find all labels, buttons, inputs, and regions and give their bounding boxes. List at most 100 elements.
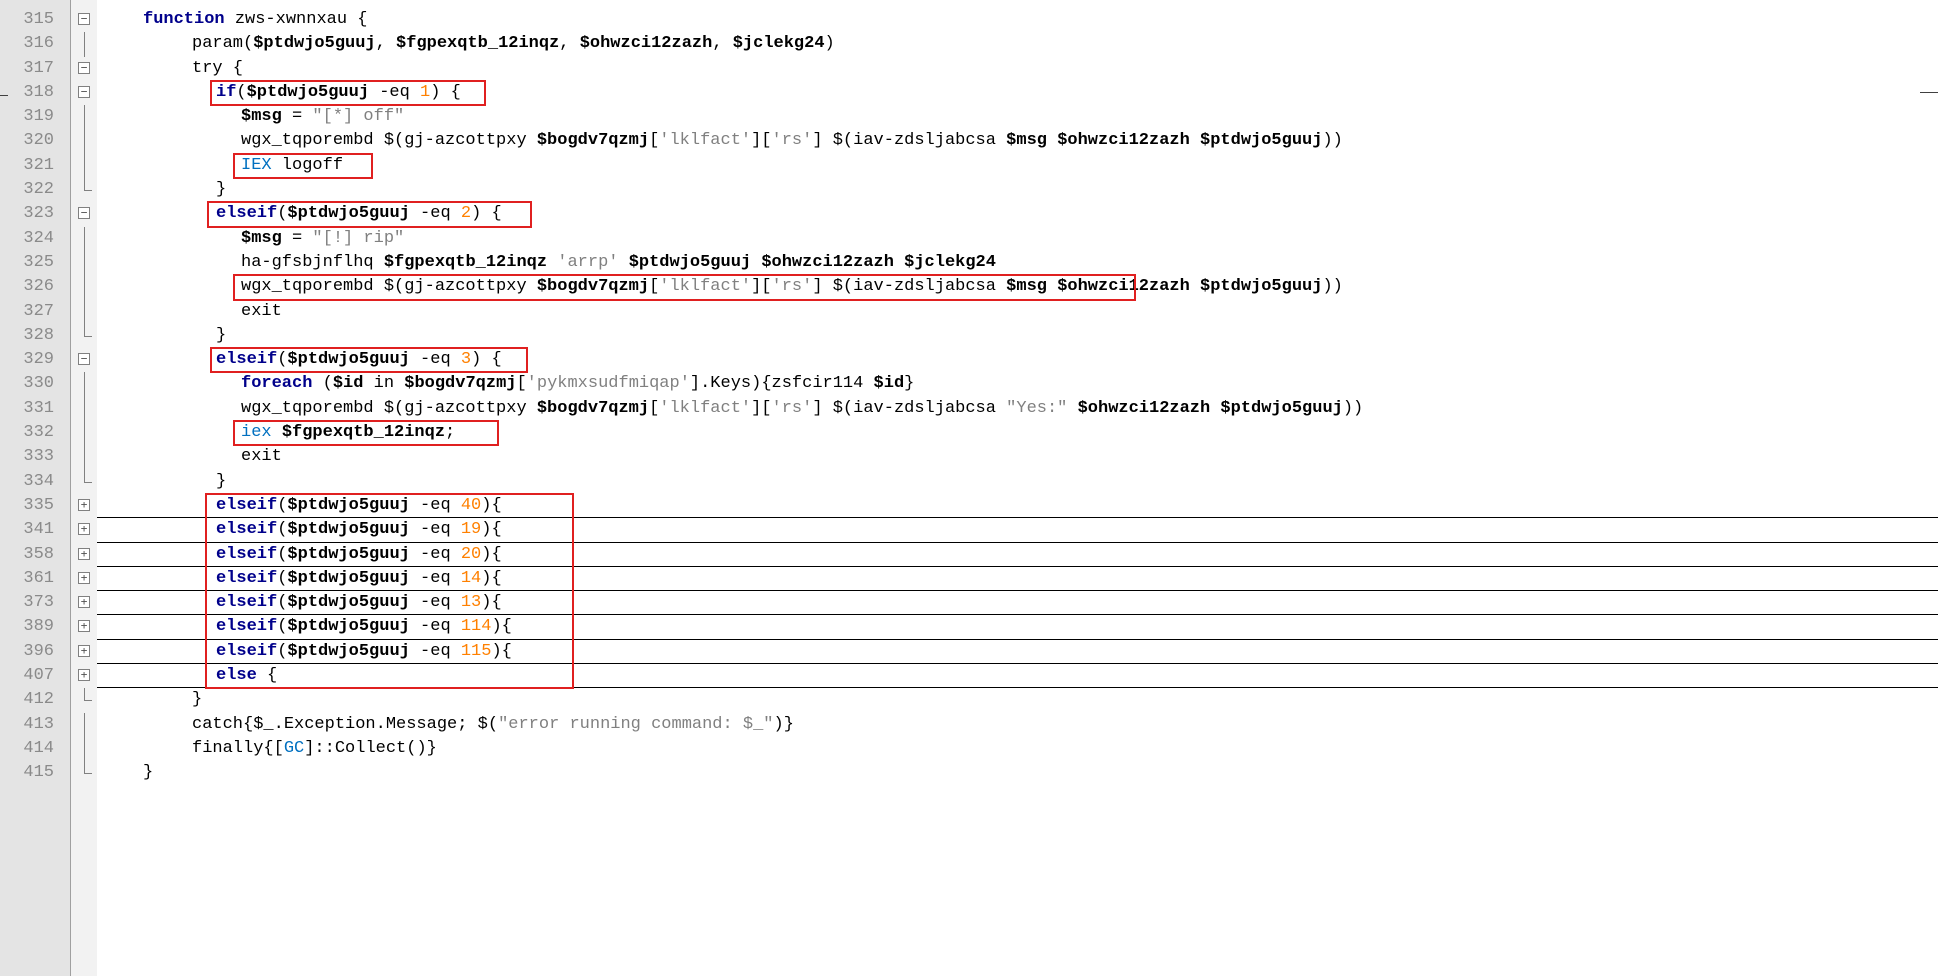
token-plain: ][ bbox=[751, 131, 772, 151]
line-number: 322 bbox=[23, 180, 54, 200]
line-number: 361 bbox=[23, 568, 54, 588]
token-var: $ptdwjo5guuj bbox=[253, 34, 376, 54]
token-plain: ].Keys){zsfcir114 bbox=[689, 374, 874, 394]
code-text: exit bbox=[241, 445, 282, 469]
fold-guide bbox=[84, 32, 85, 57]
token-plain: in bbox=[363, 374, 405, 394]
fold-end-marker bbox=[84, 688, 92, 702]
code-text: finally{[GC]::Collect()} bbox=[192, 737, 437, 761]
line-number: 315 bbox=[23, 10, 54, 29]
line-number: 335 bbox=[23, 495, 54, 515]
token-plain: [ bbox=[516, 374, 527, 394]
token-var: $fgpexqtb_12inqz bbox=[396, 34, 560, 54]
fold-guide bbox=[84, 275, 85, 300]
token-plain: ]::Collect()} bbox=[304, 738, 437, 758]
token-plain: } bbox=[216, 325, 227, 345]
line-number: 318 bbox=[23, 82, 54, 102]
code-line[interactable]: 327 exit bbox=[0, 299, 1938, 324]
token-var: $msg bbox=[1006, 131, 1047, 151]
code-text: } bbox=[216, 324, 226, 348]
code-line[interactable]: 320 wgx_tqporembd $(gj-azcottpxy $bogdv7q… bbox=[0, 129, 1938, 154]
token-plain: finally{[ bbox=[192, 738, 284, 758]
token-plain: exit bbox=[241, 447, 282, 467]
line-number: 341 bbox=[23, 520, 54, 540]
fold-expand-icon[interactable]: + bbox=[78, 644, 90, 657]
token-plain: )) bbox=[1322, 131, 1343, 151]
token-str: 'arrp' bbox=[557, 252, 619, 272]
code-line[interactable]: 316 param($ptdwjo5guuj, $fgpexqtb_12inqz,… bbox=[0, 32, 1938, 57]
code-line[interactable]: 331 wgx_tqporembd $(gj-azcottpxy $bogdv7q… bbox=[0, 396, 1938, 422]
fold-expand-icon[interactable]: + bbox=[78, 596, 90, 609]
fold-expand-icon[interactable]: + bbox=[78, 620, 90, 633]
code-line[interactable]: 328} bbox=[0, 323, 1938, 348]
token-plain: } bbox=[192, 690, 203, 710]
code-text: wgx_tqporembd $(gj-azcottpxy $bogdv7qzmj… bbox=[241, 397, 1363, 421]
token-plain: } bbox=[143, 763, 154, 783]
token-var: $ptdwjo5guuj bbox=[1200, 277, 1323, 297]
code-line[interactable]: 324 $msg = "[!] rip" bbox=[0, 226, 1938, 251]
code-line[interactable]: 413 catch{$_.Exception.Message; $("error … bbox=[0, 712, 1938, 737]
code-line[interactable]: 322} bbox=[0, 178, 1938, 202]
line-number: 325 bbox=[23, 252, 54, 272]
token-var: $bogdv7qzmj bbox=[404, 374, 517, 394]
fold-expand-icon[interactable]: + bbox=[78, 547, 90, 560]
token-plain: = bbox=[281, 228, 313, 248]
code-line[interactable]: 412} bbox=[0, 688, 1938, 712]
fold-expand-icon[interactable]: + bbox=[78, 498, 90, 511]
token-plain: } bbox=[904, 374, 915, 394]
token-plain: )) bbox=[1342, 398, 1364, 418]
token-kw: foreach bbox=[241, 374, 313, 394]
code-editor[interactable]: 315 − function zws-xwnnxau {316 param($ptdw… bbox=[0, 0, 1938, 976]
fold-collapse-icon[interactable]: − bbox=[78, 207, 90, 220]
code-text: function zws-xwnnxau { bbox=[143, 8, 367, 32]
code-line[interactable]: 415} bbox=[0, 761, 1938, 785]
token-plain: ( bbox=[312, 374, 333, 394]
code-text: } bbox=[216, 470, 226, 494]
code-line[interactable]: 330 foreach ($id in $bogdv7qzmj['pykmxsud… bbox=[0, 372, 1938, 397]
token-plain: param( bbox=[192, 34, 254, 54]
highlight-box-elseif-2 bbox=[207, 201, 532, 228]
line-number: 334 bbox=[23, 471, 54, 491]
token-var: $jclekg24 bbox=[732, 34, 825, 54]
code-line[interactable]: 325 ha-gfsbjnflhq $fgpexqtb_12inqz 'arrp'… bbox=[0, 250, 1938, 276]
code-line[interactable]: 334} bbox=[0, 469, 1938, 494]
fold-collapse-icon[interactable]: − bbox=[78, 353, 90, 366]
fold-guide bbox=[84, 396, 85, 422]
token-plain: ) bbox=[824, 34, 835, 54]
fold-expand-icon[interactable]: + bbox=[78, 523, 90, 536]
token-cmd: GC bbox=[283, 738, 305, 758]
token-str: "Yes:" bbox=[1006, 398, 1068, 418]
token-var: $ptdwjo5guuj bbox=[628, 252, 752, 272]
token-plain: } bbox=[216, 180, 227, 200]
code-line[interactable]: 319 $msg = "[*] off" bbox=[0, 105, 1938, 130]
token-var: $bogdv7qzmj bbox=[536, 131, 650, 151]
token-kw: function bbox=[143, 10, 225, 29]
code-line[interactable]: 333 exit bbox=[0, 445, 1938, 470]
fold-collapse-icon[interactable]: − bbox=[78, 85, 90, 98]
fold-end-marker bbox=[84, 761, 92, 775]
code-text: foreach ($id in $bogdv7qzmj['pykmxsudfmi… bbox=[241, 372, 914, 396]
token-plain: [ bbox=[649, 131, 660, 151]
token-plain: )) bbox=[1322, 277, 1343, 297]
code-line[interactable]: 317 − try { bbox=[0, 57, 1938, 81]
token-str: 'lklfact' bbox=[659, 131, 752, 151]
code-line[interactable]: 315 − function zws-xwnnxau { bbox=[0, 8, 1938, 32]
code-text: wgx_tqporembd $(gj-azcottpxy $bogdv7qzmj… bbox=[241, 129, 1343, 153]
line-number: 332 bbox=[23, 423, 54, 443]
code-text: $msg = "[*] off" bbox=[241, 105, 404, 129]
token-plain: = bbox=[281, 107, 313, 127]
token-plain: )} bbox=[773, 714, 794, 734]
code-line[interactable]: 414 finally{[GC]::Collect()} bbox=[0, 736, 1938, 762]
token-var: $ohwzci12zazh bbox=[761, 252, 894, 272]
code-text: $msg = "[!] rip" bbox=[241, 227, 404, 251]
token-var: $msg bbox=[241, 228, 282, 248]
token-str: "error running command: $_" bbox=[498, 714, 774, 734]
fold-expand-icon[interactable]: + bbox=[78, 669, 90, 682]
fold-collapse-icon[interactable]: − bbox=[78, 13, 90, 25]
fold-collapse-icon[interactable]: − bbox=[78, 61, 90, 74]
fold-expand-icon[interactable]: + bbox=[78, 571, 90, 584]
